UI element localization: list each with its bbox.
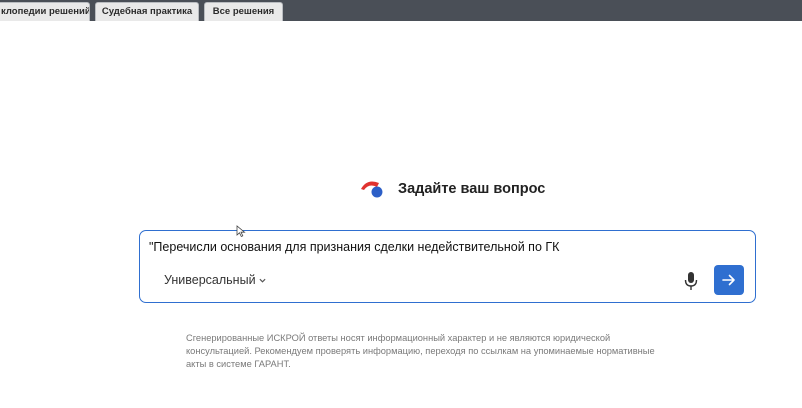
disclaimer-line: акты в системе ГАРАНТ. [186, 359, 291, 369]
disclaimer-line: Сгенерированные ИСКРОЙ ответы носят инфо… [186, 333, 611, 343]
tab-encyclopedia[interactable]: клопедии решений [0, 2, 90, 21]
chevron-down-icon [259, 278, 266, 283]
mouse-cursor-icon [236, 225, 246, 238]
microphone-icon[interactable] [683, 271, 699, 291]
page-title: Задайте ваш вопрос [398, 181, 546, 197]
query-input-box[interactable]: "Перечисли основания для признания сделк… [139, 230, 756, 303]
mode-dropdown[interactable]: Универсальный [164, 273, 266, 287]
send-button[interactable] [714, 265, 744, 295]
disclaimer-text: Сгенерированные ИСКРОЙ ответы носят инфо… [186, 332, 746, 371]
tab-court-practice[interactable]: Судебная практика [95, 2, 199, 21]
tab-all-decisions[interactable]: Все решения [204, 2, 283, 21]
mode-dropdown-label: Универсальный [164, 273, 256, 287]
query-input[interactable]: "Перечисли основания для признания сделк… [149, 240, 559, 254]
top-tab-bar: клопедии решений Судебная практика Все р… [0, 0, 802, 21]
disclaimer-line: консультацией. Рекомендуем проверять инф… [186, 346, 655, 356]
prompt-header: Задайте ваш вопрос [360, 176, 545, 202]
iskra-logo-icon [361, 181, 383, 198]
arrow-right-icon [722, 274, 735, 286]
